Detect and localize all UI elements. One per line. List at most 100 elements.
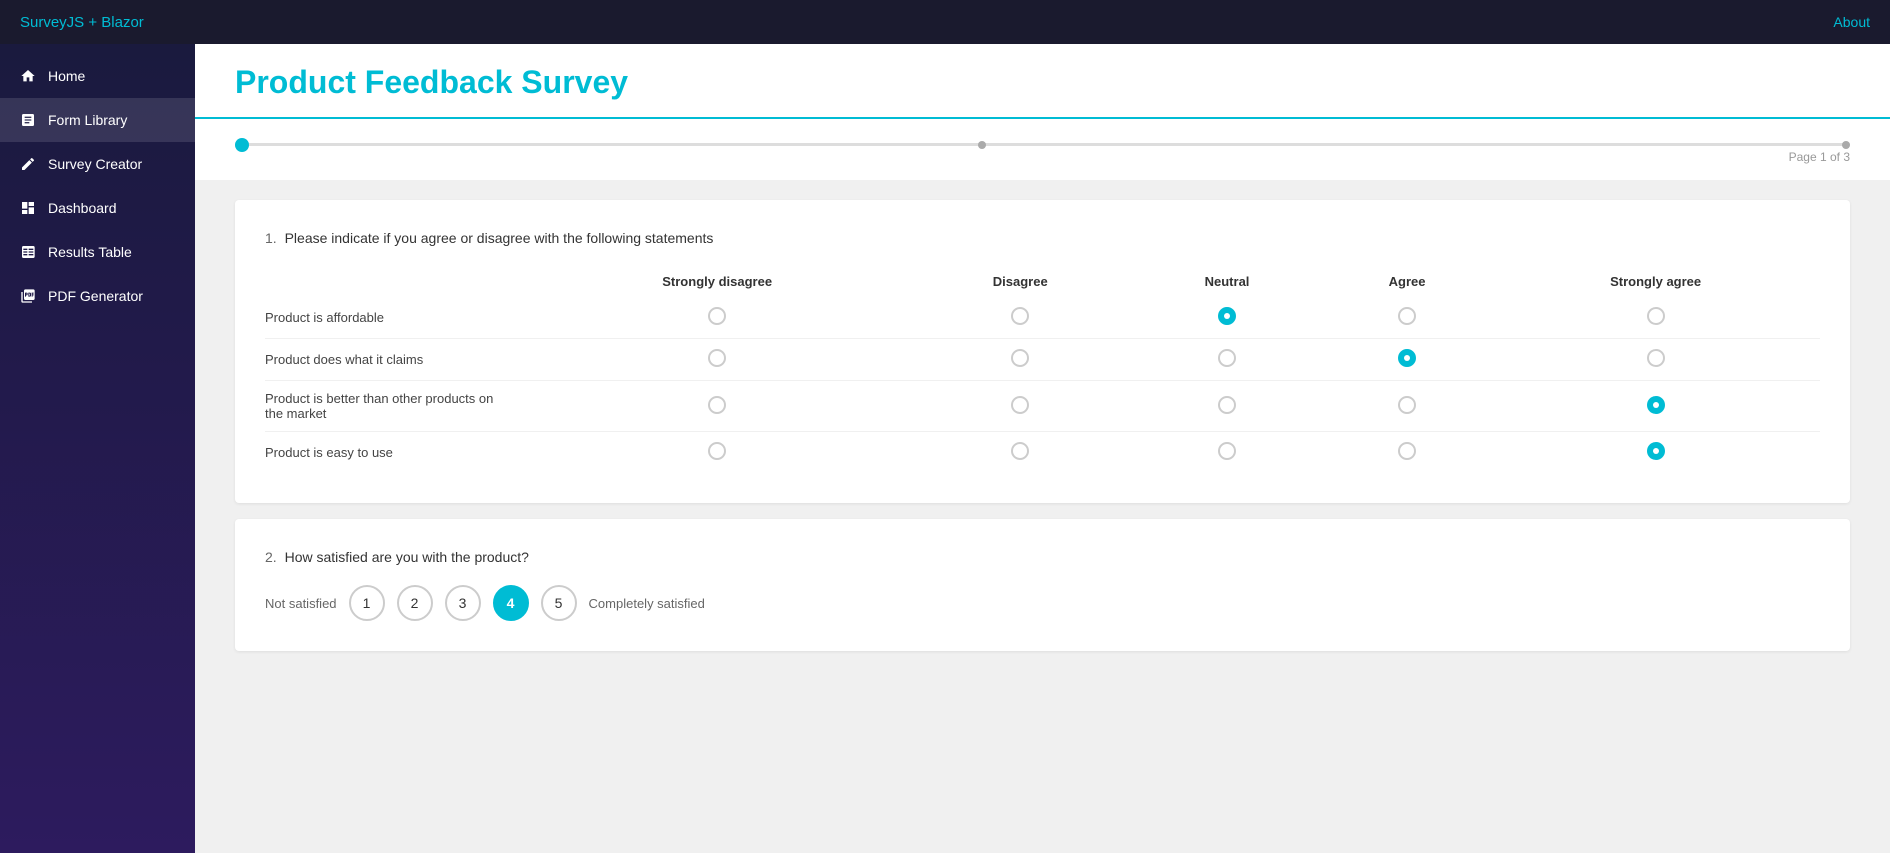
radio-2-2[interactable]: [1218, 396, 1236, 414]
matrix-row-3-label: Product is easy to use: [265, 432, 525, 474]
matrix-row-1-label: Product does what it claims: [265, 339, 525, 381]
matrix-cell-2-0[interactable]: [525, 381, 909, 432]
radio-2-3[interactable]: [1398, 396, 1416, 414]
brand-link[interactable]: SurveyJS + Blazor: [20, 14, 144, 31]
about-link[interactable]: About: [1833, 14, 1870, 30]
matrix-cell-3-4[interactable]: [1491, 432, 1820, 474]
matrix-row-2-label: Product is better than other products on…: [265, 381, 525, 432]
matrix-cell-1-4[interactable]: [1491, 339, 1820, 381]
survey-title: Product Feedback Survey: [235, 64, 1850, 117]
rating-btn-1[interactable]: 1: [349, 585, 385, 621]
sidebar-item-pdf-generator[interactable]: PDF Generator: [0, 274, 195, 318]
sidebar-item-survey-creator[interactable]: Survey Creator: [0, 142, 195, 186]
top-bar: SurveyJS + Blazor About: [0, 0, 1890, 44]
sidebar-item-results-table[interactable]: Results Table: [0, 230, 195, 274]
matrix-cell-1-2[interactable]: [1131, 339, 1323, 381]
sidebar-item-dashboard[interactable]: Dashboard: [0, 186, 195, 230]
question-1-label: 1. Please indicate if you agree or disag…: [265, 230, 1820, 246]
radio-3-2[interactable]: [1218, 442, 1236, 460]
question-2-num: 2.: [265, 549, 277, 565]
matrix-col-strongly-agree: Strongly agree: [1491, 266, 1820, 297]
rating-btn-4[interactable]: 4: [493, 585, 529, 621]
main-content: Product Feedback Survey Page 1 of 3 1. P…: [195, 44, 1890, 853]
sidebar-label-pdf-generator: PDF Generator: [48, 288, 143, 304]
radio-2-1[interactable]: [1011, 396, 1029, 414]
question-2-text: How satisfied are you with the product?: [285, 549, 529, 565]
sidebar-label-form-library: Form Library: [48, 112, 127, 128]
survey-content: 1. Please indicate if you agree or disag…: [195, 180, 1890, 687]
matrix-cell-0-4[interactable]: [1491, 297, 1820, 339]
radio-0-0[interactable]: [708, 307, 726, 325]
matrix-cell-3-2[interactable]: [1131, 432, 1323, 474]
rating-btn-2[interactable]: 2: [397, 585, 433, 621]
sidebar-label-dashboard: Dashboard: [48, 200, 117, 216]
radio-1-0[interactable]: [708, 349, 726, 367]
matrix-col-header-row-label: [265, 266, 525, 297]
sidebar-item-form-library[interactable]: Form Library: [0, 98, 195, 142]
radio-0-2[interactable]: [1218, 307, 1236, 325]
rating-label-end: Completely satisfied: [589, 596, 705, 611]
sidebar-label-home: Home: [48, 68, 85, 84]
radio-3-1[interactable]: [1011, 442, 1029, 460]
survey-header: Product Feedback Survey: [195, 44, 1890, 119]
matrix-cell-0-1[interactable]: [909, 297, 1131, 339]
matrix-row: Product is better than other products on…: [265, 381, 1820, 432]
rating-label-start: Not satisfied: [265, 596, 337, 611]
matrix-cell-2-3[interactable]: [1323, 381, 1491, 432]
progress-dot-mid: [978, 141, 986, 149]
home-icon: [18, 66, 38, 86]
matrix-cell-0-0[interactable]: [525, 297, 909, 339]
radio-1-2[interactable]: [1218, 349, 1236, 367]
radio-2-0[interactable]: [708, 396, 726, 414]
radio-2-4[interactable]: [1647, 396, 1665, 414]
question-card-1: 1. Please indicate if you agree or disag…: [235, 200, 1850, 503]
matrix-cell-3-1[interactable]: [909, 432, 1131, 474]
progress-area: Page 1 of 3: [195, 119, 1890, 180]
matrix-header-row: Strongly disagree Disagree Neutral Agree…: [265, 266, 1820, 297]
matrix-row: Product is easy to use: [265, 432, 1820, 474]
radio-1-1[interactable]: [1011, 349, 1029, 367]
matrix-cell-3-3[interactable]: [1323, 432, 1491, 474]
rating-btn-3[interactable]: 3: [445, 585, 481, 621]
question-1-num: 1.: [265, 230, 277, 246]
radio-0-4[interactable]: [1647, 307, 1665, 325]
matrix-cell-1-1[interactable]: [909, 339, 1131, 381]
matrix-col-disagree: Disagree: [909, 266, 1131, 297]
matrix-cell-0-3[interactable]: [1323, 297, 1491, 339]
matrix-table: Strongly disagree Disagree Neutral Agree…: [265, 266, 1820, 473]
page-indicator: Page 1 of 3: [235, 150, 1850, 164]
progress-dot-start: [235, 138, 249, 152]
radio-0-1[interactable]: [1011, 307, 1029, 325]
rating-btn-5[interactable]: 5: [541, 585, 577, 621]
progress-dot-end: [1842, 141, 1850, 149]
matrix-cell-2-1[interactable]: [909, 381, 1131, 432]
question-card-2: 2. How satisfied are you with the produc…: [235, 519, 1850, 651]
form-icon: [18, 110, 38, 130]
radio-3-4[interactable]: [1647, 442, 1665, 460]
matrix-row: Product is affordable: [265, 297, 1820, 339]
matrix-col-strongly-disagree: Strongly disagree: [525, 266, 909, 297]
matrix-cell-1-0[interactable]: [525, 339, 909, 381]
radio-0-3[interactable]: [1398, 307, 1416, 325]
table-icon: [18, 242, 38, 262]
sidebar-item-home[interactable]: Home: [0, 54, 195, 98]
matrix-cell-0-2[interactable]: [1131, 297, 1323, 339]
radio-3-3[interactable]: [1398, 442, 1416, 460]
radio-3-0[interactable]: [708, 442, 726, 460]
radio-1-3[interactable]: [1398, 349, 1416, 367]
question-2-label: 2. How satisfied are you with the produc…: [265, 549, 1820, 565]
sidebar-label-results-table: Results Table: [48, 244, 132, 260]
layout: Home Form Library Survey Creator Dashboa…: [0, 44, 1890, 853]
matrix-row: Product does what it claims: [265, 339, 1820, 381]
matrix-cell-2-2[interactable]: [1131, 381, 1323, 432]
matrix-cell-3-0[interactable]: [525, 432, 909, 474]
pdf-icon: [18, 286, 38, 306]
matrix-row-0-label: Product is affordable: [265, 297, 525, 339]
rating-area: Not satisfied 1 2 3 4 5 Completely satis…: [265, 585, 1820, 621]
survey-icon: [18, 154, 38, 174]
matrix-cell-2-4[interactable]: [1491, 381, 1820, 432]
matrix-col-neutral: Neutral: [1131, 266, 1323, 297]
sidebar-label-survey-creator: Survey Creator: [48, 156, 142, 172]
radio-1-4[interactable]: [1647, 349, 1665, 367]
matrix-cell-1-3[interactable]: [1323, 339, 1491, 381]
